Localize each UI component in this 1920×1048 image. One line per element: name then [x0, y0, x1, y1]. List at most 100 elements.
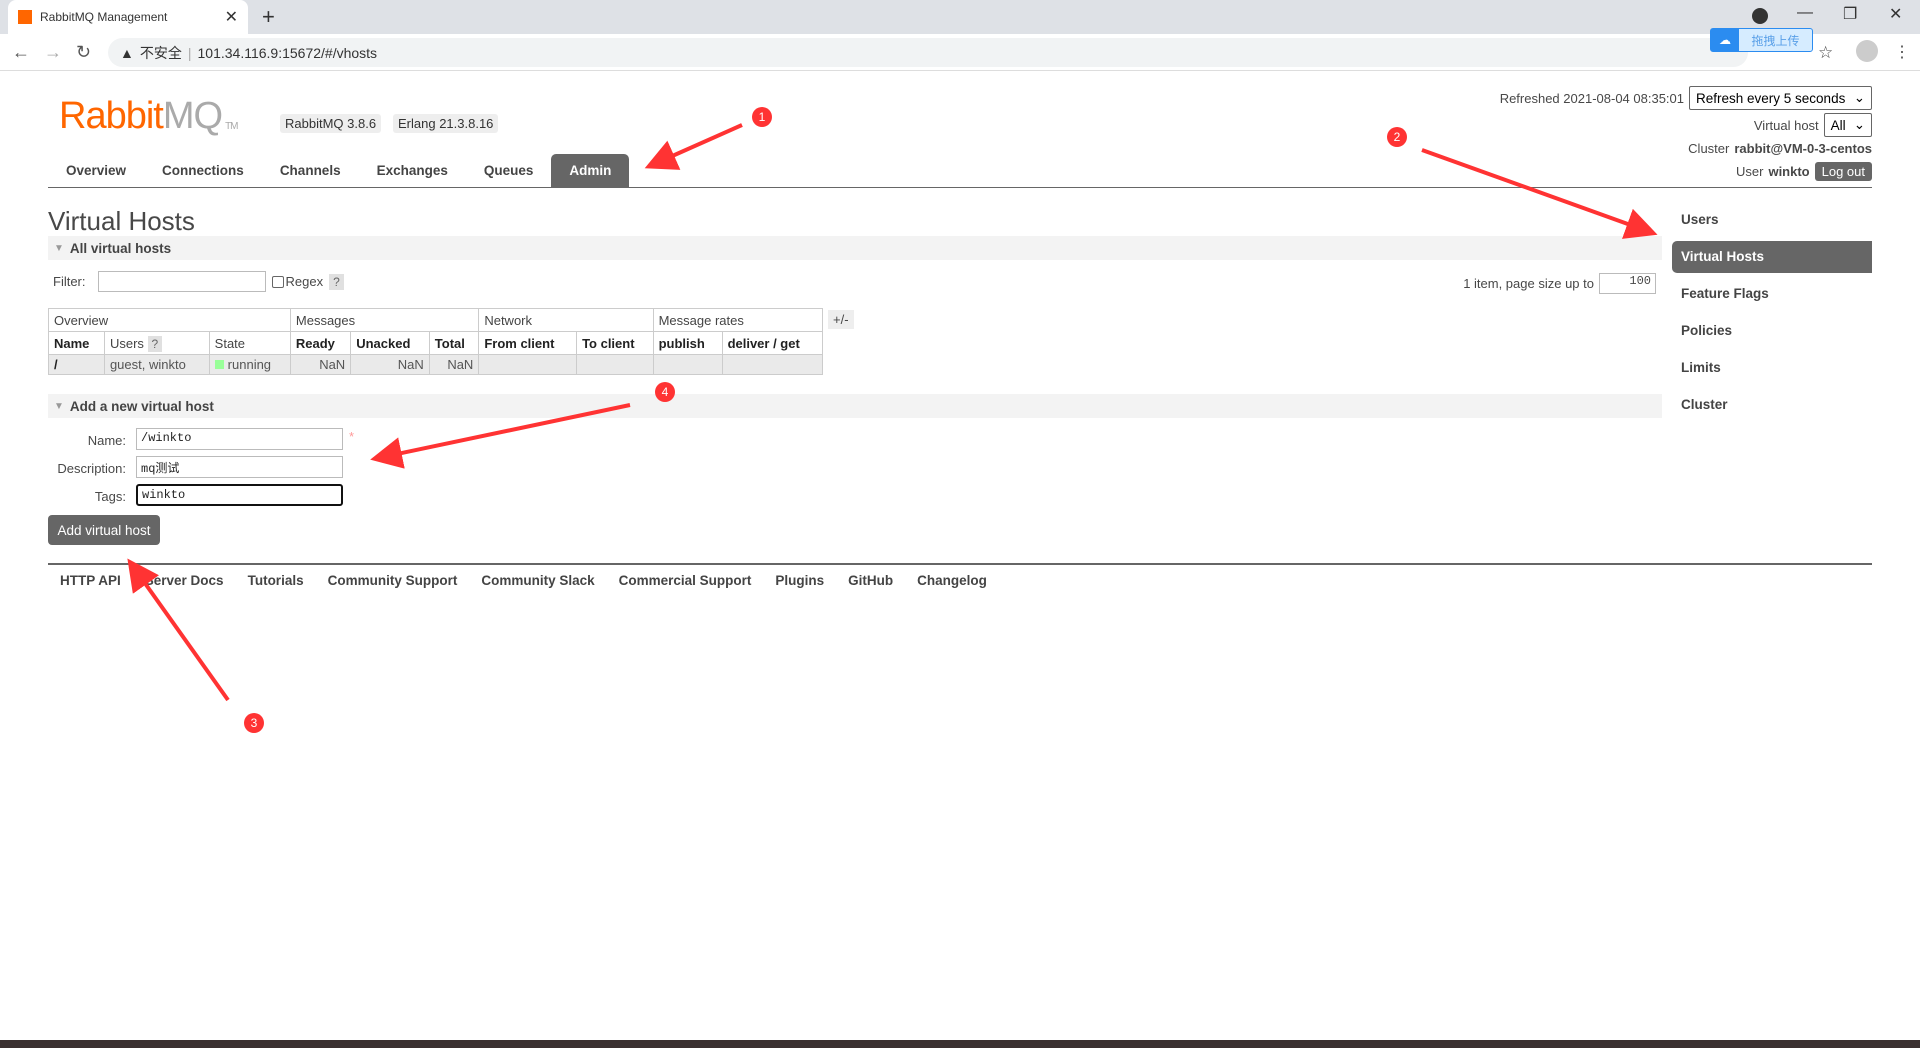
main-nav: Overview Connections Channels Exchanges …	[48, 154, 1872, 188]
security-label[interactable]: 不安全	[140, 43, 182, 63]
footer-link-community-support[interactable]: Community Support	[328, 573, 458, 588]
annotation-badge-1: 1	[752, 107, 772, 127]
annotation-badge-3: 3	[244, 713, 264, 733]
col-publish[interactable]: publish	[652, 331, 723, 355]
vhost-label: Virtual host	[1753, 117, 1819, 133]
download-extension-icon[interactable]	[1752, 8, 1768, 24]
footer-links: HTTP API Server Docs Tutorials Community…	[48, 563, 1872, 588]
forward-icon[interactable]: →	[44, 42, 62, 63]
svg-text:3: 3	[251, 716, 258, 730]
vhost-tags-input[interactable]: winkto	[136, 484, 343, 506]
restore-icon[interactable]: ❐	[1843, 4, 1857, 24]
col-unacked[interactable]: Unacked	[350, 331, 430, 355]
triangle-down-icon: ▼	[54, 242, 64, 254]
cluster-name: rabbit@VM-0-3-centos	[1734, 141, 1872, 156]
cluster-label: Cluster	[1688, 141, 1730, 156]
running-status-icon	[214, 360, 224, 369]
regex-label: Regex	[285, 274, 324, 289]
section-title: All virtual hosts	[69, 240, 172, 256]
close-tab-icon[interactable]: ✕	[225, 7, 238, 27]
columns-toggle-button[interactable]: +/-	[828, 310, 854, 329]
close-window-icon[interactable]: ✕	[1889, 4, 1902, 24]
add-vhost-section-toggle[interactable]: ▼ Add a new virtual host	[48, 394, 1662, 418]
sidebar-item-policies[interactable]: Policies	[1672, 315, 1872, 352]
all-vhosts-section-toggle[interactable]: ▼ All virtual hosts	[48, 236, 1662, 260]
cell-to-client	[576, 354, 654, 375]
cell-unacked: NaN	[350, 354, 430, 375]
section-title: Add a new virtual host	[69, 398, 214, 414]
new-tab-icon[interactable]: +	[262, 4, 275, 30]
cloud-icon: ☁	[1711, 29, 1739, 51]
browser-tab[interactable]: RabbitMQ Management ✕	[8, 0, 248, 34]
profile-avatar-icon[interactable]	[1856, 40, 1878, 62]
tab-admin[interactable]: Admin	[551, 154, 630, 187]
footer-link-github[interactable]: GitHub	[848, 573, 893, 588]
col-from-client[interactable]: From client	[478, 331, 578, 355]
footer-link-plugins[interactable]: Plugins	[775, 573, 824, 588]
menu-kebab-icon[interactable]: ⋮	[1894, 42, 1910, 62]
vhost-row: Virtual host All ⌄	[1754, 113, 1872, 137]
vhost-description-input[interactable]: mq测试	[136, 456, 343, 478]
cell-ready: NaN	[289, 354, 352, 375]
sidebar-item-virtual-hosts[interactable]: Virtual Hosts	[1672, 241, 1872, 273]
col-ready[interactable]: Ready	[289, 331, 352, 355]
add-virtual-host-button[interactable]: Add virtual host	[48, 515, 160, 545]
cell-users: guest, winkto	[103, 354, 210, 375]
rabbitmq-logo[interactable]: Rabbit MQ TM	[59, 95, 239, 138]
footer-link-server-docs[interactable]: Server Docs	[145, 573, 224, 588]
required-marker: *	[349, 429, 355, 444]
url-input[interactable]: ▲ 不安全 | 101.34.116.9:15672/#/vhosts	[108, 38, 1748, 67]
cell-deliver-get	[721, 354, 824, 375]
page-title: Virtual Hosts	[48, 206, 195, 236]
footer-link-commercial-support[interactable]: Commercial Support	[619, 573, 752, 588]
regex-help-icon[interactable]: ?	[329, 273, 344, 290]
back-icon[interactable]: ←	[12, 42, 30, 63]
sidebar-item-feature-flags[interactable]: Feature Flags	[1672, 278, 1872, 315]
url-text: 101.34.116.9:15672/#/vhosts	[197, 44, 378, 61]
chevron-down-icon: ⌄	[1853, 117, 1865, 132]
reload-icon[interactable]: ↻	[76, 42, 91, 63]
page-size-input[interactable]: 100	[1599, 273, 1656, 294]
vhost-select[interactable]: All ⌄	[1823, 113, 1872, 137]
erlang-badge: Erlang 21.3.8.16	[393, 114, 499, 133]
tab-connections[interactable]: Connections	[144, 154, 262, 187]
filter-input[interactable]	[97, 271, 266, 292]
sidebar-item-users[interactable]: Users	[1672, 204, 1872, 241]
col-deliver-get[interactable]: deliver / get	[721, 331, 824, 355]
name-label: Name:	[87, 433, 126, 448]
footer-link-tutorials[interactable]: Tutorials	[248, 573, 304, 588]
tab-exchanges[interactable]: Exchanges	[359, 154, 466, 187]
vhost-value: All	[1830, 117, 1846, 133]
footer-link-http-api[interactable]: HTTP API	[60, 573, 121, 588]
svg-text:1: 1	[759, 110, 766, 124]
bookmark-star-icon[interactable]: ☆	[1818, 43, 1833, 63]
col-name[interactable]: Name	[48, 331, 105, 355]
vhost-name-link[interactable]: /	[48, 354, 105, 375]
group-network: Network	[478, 308, 654, 332]
cell-state: running	[208, 354, 291, 375]
refresh-select[interactable]: Refresh every 5 seconds ⌄	[1689, 86, 1872, 110]
tab-channels[interactable]: Channels	[262, 154, 359, 187]
browser-tab-bar	[0, 0, 1920, 34]
cell-total: NaN	[428, 354, 480, 375]
col-total[interactable]: Total	[428, 331, 480, 355]
table-row[interactable]: / guest, winkto running NaN NaN NaN	[48, 354, 824, 375]
group-messages: Messages	[289, 308, 480, 332]
footer-link-community-slack[interactable]: Community Slack	[481, 573, 594, 588]
tab-overview[interactable]: Overview	[48, 154, 144, 187]
col-to-client[interactable]: To client	[576, 331, 654, 355]
sidebar-item-limits[interactable]: Limits	[1672, 352, 1872, 389]
regex-checkbox[interactable]	[271, 275, 284, 288]
refresh-value: Refresh every 5 seconds	[1696, 90, 1846, 106]
footer-link-changelog[interactable]: Changelog	[917, 573, 987, 588]
users-help-icon[interactable]: ?	[147, 335, 163, 352]
minimize-icon[interactable]: —	[1797, 4, 1813, 22]
col-state[interactable]: State	[208, 331, 291, 355]
group-message-rates: Message rates	[652, 308, 824, 332]
baidu-upload-widget[interactable]: ☁ 拖拽上传	[1710, 28, 1813, 52]
tab-queues[interactable]: Queues	[466, 154, 552, 187]
sidebar-item-cluster[interactable]: Cluster	[1672, 389, 1872, 426]
vhost-name-input[interactable]: /winkto	[136, 428, 343, 450]
col-users[interactable]: Users ?	[103, 331, 210, 355]
group-overview: Overview	[48, 308, 291, 332]
